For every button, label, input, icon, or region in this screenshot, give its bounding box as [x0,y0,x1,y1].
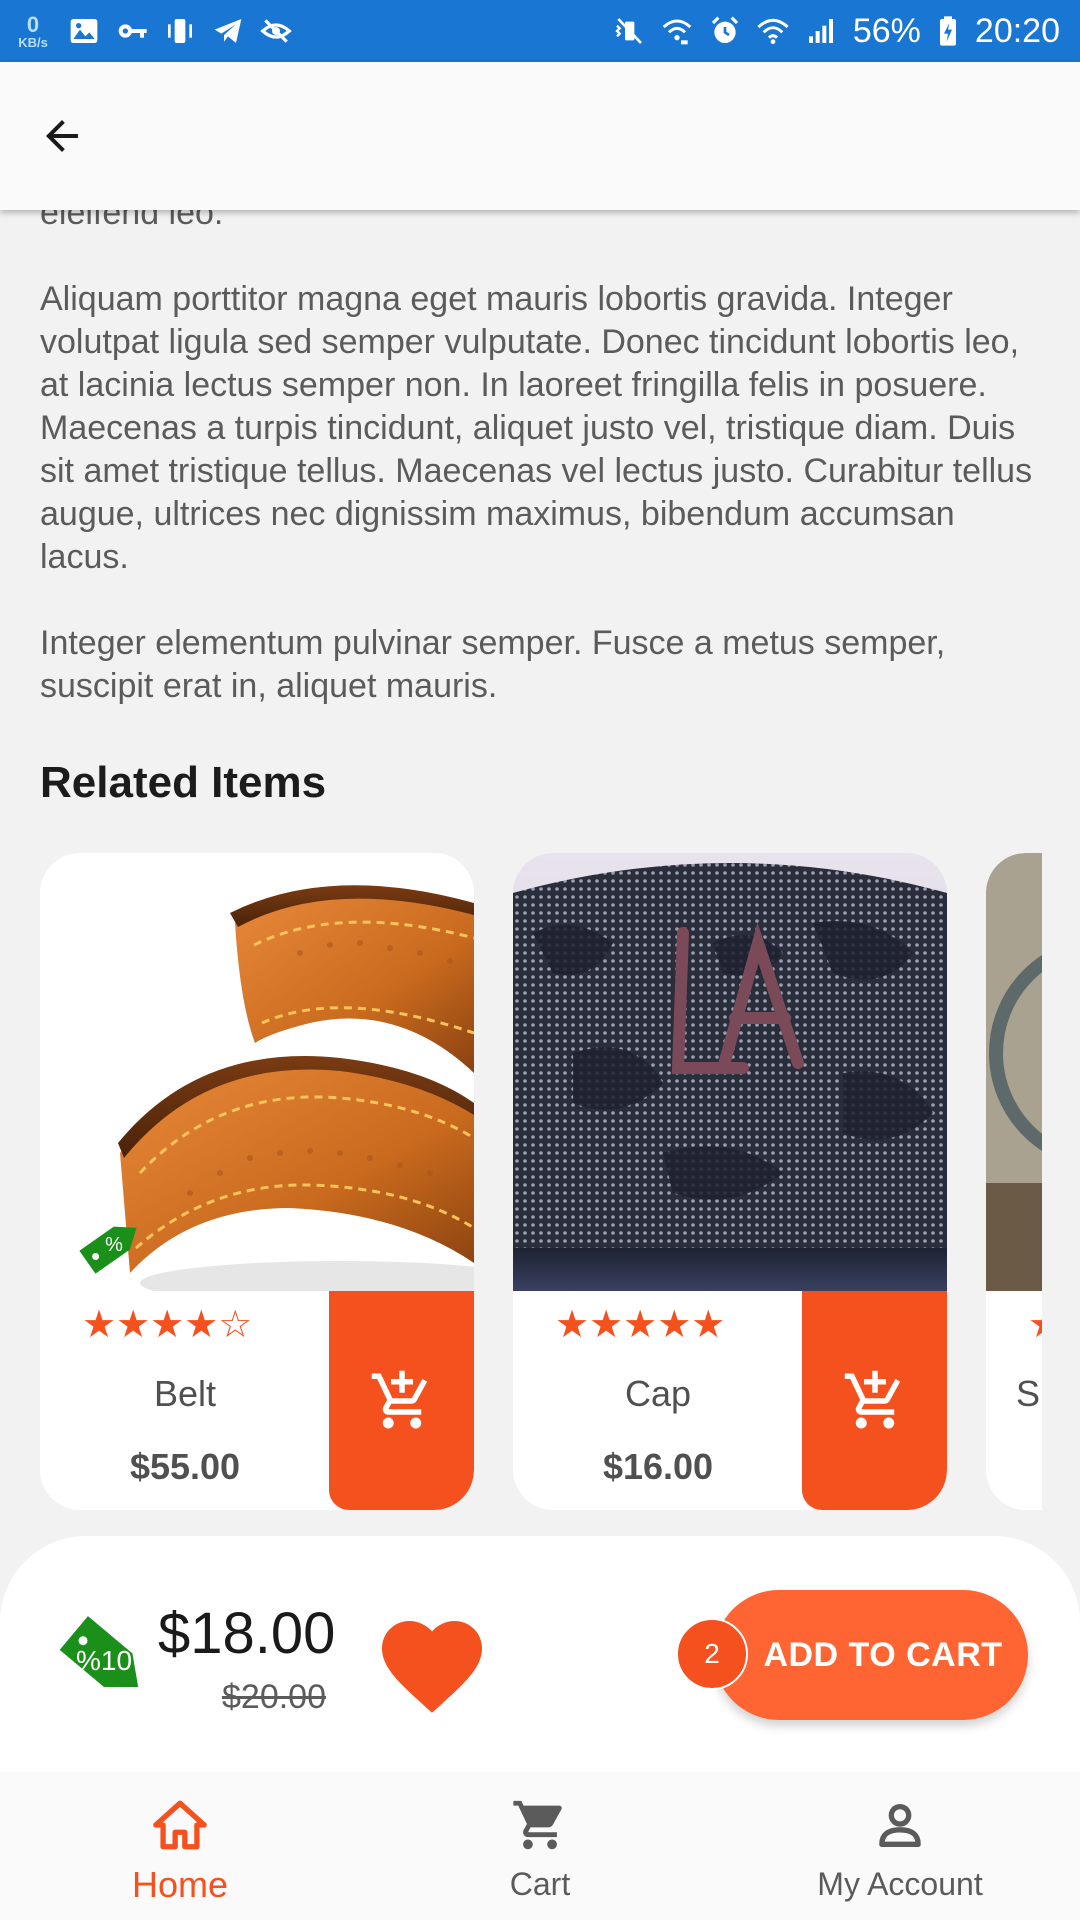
battery-percent: 56% [852,11,921,50]
vibrate-icon [164,15,196,47]
discount-badge-label: %10 [76,1645,132,1676]
nav-item-home[interactable]: Home [0,1772,360,1920]
related-items-title: Related Items [40,758,327,807]
status-bar: 0 KB/s 56% 20:20 [0,0,1080,62]
network-speed: 0 KB/s [14,10,52,52]
rating-stars: ★★★★★ [555,1302,726,1346]
rating-stars: ★ [1028,1305,1042,1343]
cart-count-badge: 2 [676,1618,748,1690]
discount-tag-icon: % [76,1215,148,1275]
original-price: $20.00 [222,1678,326,1716]
cart-icon [513,1800,562,1850]
account-icon [879,1803,921,1847]
product-description: eleifend leo. Aliquam porttitor magna eg… [40,192,1050,751]
cart-add-icon [371,1370,427,1428]
home-icon [153,1800,207,1850]
back-button[interactable] [30,104,94,168]
cap-image [513,853,947,1291]
item-name: Cap [624,1373,692,1414]
purchase-bar: %10 $18.00 $20.00 ADD TO CART 2 [0,1536,1080,1776]
discount-badge: %10 [59,1612,152,1708]
related-item-card-cap[interactable]: ★★★★★ Cap $16.00 [513,853,947,1510]
nav-label-home: Home [131,1864,229,1905]
arrow-back-icon [46,120,78,152]
description-paragraph-2: Integer elementum pulvinar semper. Fusce… [40,624,946,705]
rating-stars: ★★★★☆ [82,1302,253,1346]
item-name: S [1015,1373,1040,1414]
add-to-cart-button[interactable] [802,1291,947,1510]
add-to-cart-label: ADD TO CART [763,1635,1003,1674]
favorite-button[interactable] [372,1606,492,1716]
status-bar-right: 56% 20:20 [613,12,1060,51]
item-price: $55.00 [129,1446,241,1487]
alarm-icon [709,15,741,47]
nav-label-my-account: My Account [817,1866,983,1902]
battery-icon [937,15,959,47]
related-item-card-partial[interactable]: ★ S [986,853,1042,1510]
network-speed-unit: KB/s [18,34,48,50]
related-items-carousel[interactable]: % ★★★★☆ Belt $55.00 ★★★★★ Cap $16.00 S [40,853,1042,1513]
signal-icon [805,15,837,47]
add-to-cart-main-button[interactable]: ADD TO CART [714,1590,1028,1720]
discount-tag-label: % [105,1234,123,1256]
wifi-call-icon [661,15,693,47]
related-item-card-belt[interactable]: % ★★★★☆ Belt $55.00 [40,853,474,1510]
cart-add-icon [844,1370,900,1428]
clock: 20:20 [974,11,1060,50]
telegram-icon [212,15,244,47]
bottom-navigation: Home Cart My Account [0,1772,1080,1920]
mute-icon [613,15,645,47]
current-price: $18.00 [158,1601,336,1666]
nav-label-cart: Cart [509,1866,571,1902]
item-price: $16.00 [602,1446,714,1487]
heart-icon [382,1621,482,1713]
status-bar-left: 0 KB/s [14,10,292,52]
nav-item-my-account[interactable]: My Account [720,1772,1080,1920]
key-icon [116,15,148,47]
network-speed-value: 0 [26,11,40,37]
item-image [986,853,1042,1291]
item-name: Belt [153,1373,217,1414]
gallery-icon [68,15,100,47]
description-paragraph-1: Aliquam porttitor magna eget mauris lobo… [40,280,1033,576]
eye-slash-icon [260,15,292,47]
add-to-cart-button[interactable] [329,1291,474,1510]
nav-item-cart[interactable]: Cart [360,1772,720,1920]
app-bar [0,62,1080,210]
wifi-icon [757,15,789,47]
